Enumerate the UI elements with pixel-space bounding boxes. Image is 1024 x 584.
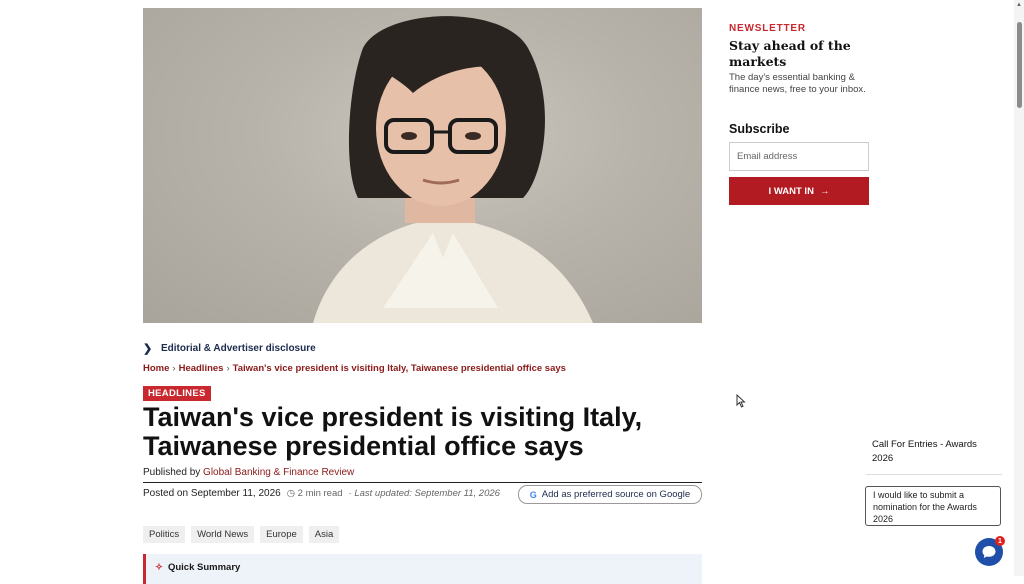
breadcrumb-separator: › [172, 363, 176, 374]
breadcrumb-current[interactable]: Taiwan's vice president is visiting Ital… [233, 363, 566, 374]
read-time: ◷ 2 min read [287, 488, 343, 499]
subscribe-button[interactable]: I WANT IN → [729, 177, 869, 205]
chat-notification-badge: 1 [995, 536, 1005, 546]
newsletter-description: The day's essential banking & finance ne… [729, 72, 866, 95]
awards-callout[interactable]: Call For Entries - Awards 2026 [872, 438, 982, 466]
scroll-up-arrow-icon[interactable]: ▲ [1015, 2, 1023, 8]
newsletter-title: Stay ahead of the markets [729, 38, 851, 69]
breadcrumb-home[interactable]: Home [143, 363, 169, 374]
email-input[interactable] [729, 142, 869, 171]
read-time-text: 2 min read [297, 488, 343, 499]
last-updated: · Last updated: September 11, 2026 [348, 488, 500, 499]
divider [866, 474, 1002, 475]
hero-photo [143, 8, 702, 323]
quick-summary-panel: ✧ Quick Summary [143, 554, 702, 584]
published-by-label: Published by [143, 467, 201, 478]
publisher-link[interactable]: Global Banking & Finance Review [203, 467, 354, 478]
google-button-label: Add as preferred source on Google [541, 489, 691, 500]
article-meta: Posted on September 11, 2026 ◷ 2 min rea… [143, 488, 500, 499]
chevron-right-icon: ❯ [143, 343, 153, 355]
mouse-cursor-icon [736, 394, 746, 408]
portrait-illustration [313, 16, 593, 323]
clock-icon: ◷ [286, 488, 295, 499]
category-badge[interactable]: HEADLINES [143, 386, 211, 401]
chat-message-bubble[interactable]: I would like to submit a nomination for … [865, 486, 1001, 526]
chat-launcher-button[interactable]: 1 [975, 536, 1005, 566]
disclosure-label: Editorial & Advertiser disclosure [161, 343, 316, 354]
subscribe-label: Subscribe [729, 122, 790, 136]
newsletter-label: NEWSLETTER [729, 23, 806, 34]
tag-europe[interactable]: Europe [260, 526, 303, 543]
quick-summary-label: Quick Summary [167, 562, 241, 573]
divider [143, 482, 702, 483]
byline: Published by Global Banking & Finance Re… [143, 467, 354, 478]
breadcrumb: Home › Headlines › Taiwan's vice president i… [143, 363, 566, 374]
sparkle-icon: ✧ [155, 562, 163, 573]
google-icon: G [529, 489, 537, 500]
chat-bubble-icon [982, 546, 996, 558]
tag-asia[interactable]: Asia [308, 526, 340, 543]
posted-date: Posted on September 11, 2026 [143, 488, 281, 499]
subscribe-button-label: I WANT IN [768, 185, 814, 197]
breadcrumb-separator: › [226, 363, 230, 374]
article-title: Taiwan's vice president is visiting Ital… [143, 402, 643, 461]
tag-list: Politics World News Europe Asia [143, 526, 340, 543]
scrollbar-thumb[interactable] [1017, 22, 1022, 108]
tag-politics[interactable]: Politics [143, 526, 186, 543]
add-preferred-source-button[interactable]: G Add as preferred source on Google [518, 485, 702, 504]
breadcrumb-headlines[interactable]: Headlines [179, 363, 224, 374]
arrow-right-icon: → [819, 185, 830, 197]
tag-world-news[interactable]: World News [191, 526, 255, 543]
editorial-disclosure-toggle[interactable]: ❯ Editorial & Advertiser disclosure [143, 342, 316, 355]
